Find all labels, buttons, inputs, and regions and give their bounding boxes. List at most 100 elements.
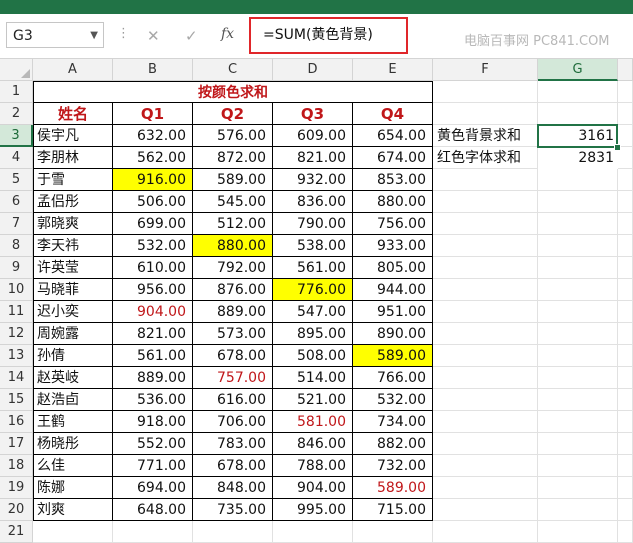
grid-cell[interactable]	[618, 521, 633, 543]
fill-handle[interactable]	[614, 144, 621, 151]
value-cell[interactable]: 916.00	[113, 169, 193, 191]
value-cell[interactable]: 932.00	[273, 169, 353, 191]
name-cell[interactable]: 刘爽	[33, 499, 113, 521]
name-cell[interactable]: 迟小奕	[33, 301, 113, 323]
value-cell[interactable]: 609.00	[273, 125, 353, 147]
grid-cell[interactable]	[33, 521, 113, 543]
value-cell[interactable]: 933.00	[353, 235, 433, 257]
grid-cell[interactable]	[538, 433, 618, 455]
value-cell[interactable]: 514.00	[273, 367, 353, 389]
value-cell[interactable]: 734.00	[353, 411, 433, 433]
value-cell[interactable]: 735.00	[193, 499, 273, 521]
grid-cell[interactable]	[538, 169, 618, 191]
grid-cell[interactable]	[433, 279, 538, 301]
row-header-10[interactable]: 10	[0, 279, 33, 301]
value-cell[interactable]: 951.00	[353, 301, 433, 323]
name-cell[interactable]: 于雪	[33, 169, 113, 191]
value-cell[interactable]: 536.00	[113, 389, 193, 411]
value-cell[interactable]: 512.00	[193, 213, 273, 235]
value-cell[interactable]: 889.00	[193, 301, 273, 323]
value-cell[interactable]: 995.00	[273, 499, 353, 521]
value-cell[interactable]: 694.00	[113, 477, 193, 499]
value-cell[interactable]: 788.00	[273, 455, 353, 477]
column-header-f[interactable]: F	[433, 59, 538, 81]
name-cell[interactable]: 郭晓爽	[33, 213, 113, 235]
value-cell[interactable]: 538.00	[273, 235, 353, 257]
column-header-b[interactable]: B	[113, 59, 193, 81]
name-cell[interactable]: 陈娜	[33, 477, 113, 499]
value-cell[interactable]: 552.00	[113, 433, 193, 455]
grid-cell[interactable]	[618, 367, 633, 389]
value-cell[interactable]: 821.00	[273, 147, 353, 169]
value-cell[interactable]: 589.00	[193, 169, 273, 191]
value-cell[interactable]: 508.00	[273, 345, 353, 367]
grid-cell[interactable]	[433, 257, 538, 279]
grid-cell[interactable]	[538, 389, 618, 411]
grid-cell[interactable]	[433, 169, 538, 191]
value-cell[interactable]: 880.00	[193, 235, 273, 257]
grid-cell[interactable]	[618, 411, 633, 433]
grid-cell[interactable]	[538, 279, 618, 301]
name-cell[interactable]: 侯宇凡	[33, 125, 113, 147]
column-header-e[interactable]: E	[353, 59, 433, 81]
row-header-1[interactable]: 1	[0, 81, 33, 103]
grid-cell[interactable]	[618, 235, 633, 257]
grid-cell[interactable]	[433, 235, 538, 257]
grid-cell[interactable]	[433, 499, 538, 521]
name-cell[interactable]: 孟侣彤	[33, 191, 113, 213]
value-cell[interactable]: 616.00	[193, 389, 273, 411]
grid-cell[interactable]	[538, 323, 618, 345]
grid-cell[interactable]	[538, 521, 618, 543]
row-header-2[interactable]: 2	[0, 103, 33, 125]
value-cell[interactable]: 589.00	[353, 477, 433, 499]
grid-cell[interactable]	[538, 213, 618, 235]
grid-cell[interactable]	[433, 521, 538, 543]
value-cell[interactable]: 715.00	[353, 499, 433, 521]
grid-cell[interactable]	[433, 455, 538, 477]
name-cell[interactable]: 李天祎	[33, 235, 113, 257]
grid-cell[interactable]	[618, 257, 633, 279]
grid-cell[interactable]	[433, 213, 538, 235]
value-cell[interactable]: 545.00	[193, 191, 273, 213]
value-cell[interactable]: 836.00	[273, 191, 353, 213]
value-cell[interactable]: 532.00	[353, 389, 433, 411]
value-cell[interactable]: 678.00	[193, 345, 273, 367]
value-cell[interactable]: 889.00	[113, 367, 193, 389]
value-cell[interactable]: 573.00	[193, 323, 273, 345]
value-cell[interactable]: 732.00	[353, 455, 433, 477]
row-header-11[interactable]: 11	[0, 301, 33, 323]
row-header-14[interactable]: 14	[0, 367, 33, 389]
grid-cell[interactable]	[618, 455, 633, 477]
grid-cell[interactable]	[538, 301, 618, 323]
row-header-12[interactable]: 12	[0, 323, 33, 345]
row-header-18[interactable]: 18	[0, 455, 33, 477]
side-label-1[interactable]: 红色字体求和	[433, 147, 538, 169]
grid-cell[interactable]	[538, 235, 618, 257]
grid-cell[interactable]	[618, 213, 633, 235]
name-cell[interactable]: 王鹤	[33, 411, 113, 433]
value-cell[interactable]: 882.00	[353, 433, 433, 455]
value-cell[interactable]: 706.00	[193, 411, 273, 433]
name-cell[interactable]: 周婉露	[33, 323, 113, 345]
grid-cell[interactable]	[433, 433, 538, 455]
value-cell[interactable]: 678.00	[193, 455, 273, 477]
value-cell[interactable]: 792.00	[193, 257, 273, 279]
value-cell[interactable]: 890.00	[353, 323, 433, 345]
value-cell[interactable]: 561.00	[113, 345, 193, 367]
row-header-8[interactable]: 8	[0, 235, 33, 257]
name-cell[interactable]: 赵英岐	[33, 367, 113, 389]
name-cell[interactable]: 李朋林	[33, 147, 113, 169]
grid-cell[interactable]	[538, 477, 618, 499]
value-cell[interactable]: 506.00	[113, 191, 193, 213]
cancel-button[interactable]: ✕	[147, 27, 160, 45]
grid-cell[interactable]	[618, 169, 633, 191]
column-header-c[interactable]: C	[193, 59, 273, 81]
value-cell[interactable]: 790.00	[273, 213, 353, 235]
grid-cell[interactable]	[433, 103, 538, 125]
name-box-dropdown-icon[interactable]: ▼	[90, 23, 98, 49]
select-all-button[interactable]	[0, 59, 33, 81]
name-cell[interactable]: 孙倩	[33, 345, 113, 367]
name-cell[interactable]: 杨晓彤	[33, 433, 113, 455]
value-cell[interactable]: 895.00	[273, 323, 353, 345]
grid-cell[interactable]	[618, 279, 633, 301]
